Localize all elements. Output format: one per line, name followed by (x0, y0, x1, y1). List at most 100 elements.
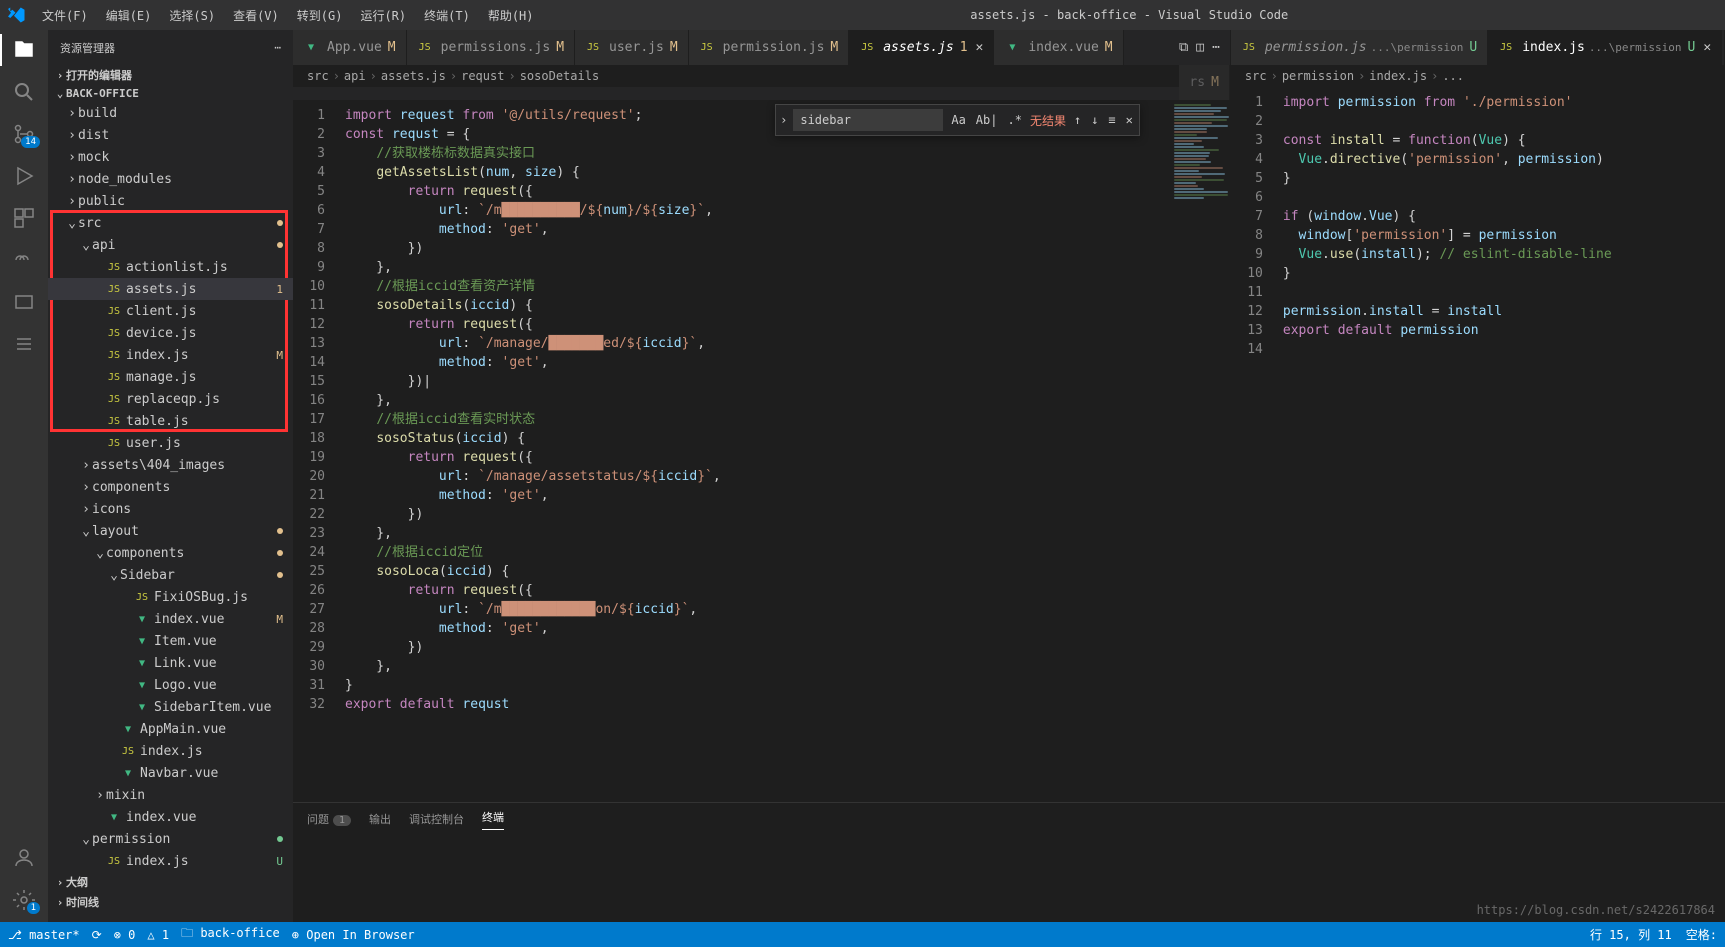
tree-item[interactable]: ▼Link.vue (48, 652, 293, 674)
editor-tab[interactable]: JSassets.js1✕ (849, 30, 994, 65)
menu-item[interactable]: 运行(R) (352, 3, 414, 28)
outline-section[interactable]: ›大纲 (48, 872, 293, 892)
tree-item[interactable]: ›mixin (48, 784, 293, 806)
more-icon[interactable]: ⋯ (1212, 40, 1220, 55)
cursor-position[interactable]: 行 15, 列 11 (1590, 926, 1672, 943)
tree-item[interactable]: JSactionlist.js (48, 256, 293, 278)
tree-item[interactable]: JSindex.jsM (48, 344, 293, 366)
tree-item[interactable]: ⌄permission (48, 828, 293, 850)
menu-item[interactable]: 编辑(E) (98, 3, 160, 28)
menu-item[interactable]: 选择(S) (161, 3, 223, 28)
project-section[interactable]: ⌄BACK-OFFICE (48, 85, 293, 102)
tree-item[interactable]: ›node_modules (48, 168, 293, 190)
open-browser-button[interactable]: ⊕ Open In Browser (292, 928, 415, 942)
debug-icon[interactable] (12, 164, 36, 188)
find-input[interactable] (793, 109, 943, 131)
tabs-right: JSpermission.js ...\permissionUJSindex.j… (1231, 30, 1724, 65)
account-icon[interactable] (12, 846, 36, 870)
panel-tab[interactable]: 调试控制台 (409, 811, 464, 827)
menu-item[interactable]: 查看(V) (225, 3, 287, 28)
minimap[interactable] (1170, 100, 1230, 802)
code-content[interactable]: import permission from './permission' co… (1275, 87, 1724, 802)
find-close-icon[interactable]: ✕ (1124, 111, 1135, 129)
tree-item[interactable]: JSindex.js (48, 740, 293, 762)
tree-item[interactable]: JSreplaceqp.js (48, 388, 293, 410)
panel-tab[interactable]: 终端 (482, 809, 504, 830)
overflow-tab[interactable]: rsM (1179, 65, 1229, 100)
indentation[interactable]: 空格: (1686, 926, 1717, 943)
source-control-icon[interactable]: 14 (12, 122, 36, 146)
match-word-icon[interactable]: Ab| (974, 111, 1000, 129)
find-next-icon[interactable]: ↓ (1089, 111, 1100, 129)
tree-item[interactable]: ▼AppMain.vue (48, 718, 293, 740)
editor-tab[interactable]: ▼index.vueM (994, 30, 1123, 65)
menu-item[interactable]: 文件(F) (34, 3, 96, 28)
panel-tab[interactable]: 输出 (369, 811, 391, 827)
extensions-icon[interactable] (12, 206, 36, 230)
errors-indicator[interactable]: ⊗ 0 (114, 928, 136, 942)
tree-item[interactable]: ›build (48, 102, 293, 124)
regex-icon[interactable]: .* (1005, 111, 1023, 129)
code-content[interactable]: import request from '@/utils/request'; c… (337, 100, 1170, 802)
find-prev-icon[interactable]: ↑ (1072, 111, 1083, 129)
tree-item[interactable]: ▼Item.vue (48, 630, 293, 652)
editor-tab[interactable]: JSpermissions.jsM (407, 30, 575, 65)
tree-item[interactable]: JStable.js (48, 410, 293, 432)
tree-item[interactable]: ›public (48, 190, 293, 212)
find-toggle-icon[interactable]: › (780, 113, 787, 127)
tree-item[interactable]: ⌄layout (48, 520, 293, 542)
editor-tab[interactable]: ▼App.vueM (293, 30, 407, 65)
menu-item[interactable]: 终端(T) (416, 3, 478, 28)
tree-item[interactable]: ▼Logo.vue (48, 674, 293, 696)
split-icon[interactable]: ◫ (1196, 40, 1204, 55)
tree-item[interactable]: ›icons (48, 498, 293, 520)
more-icon[interactable]: ⋯ (274, 41, 281, 54)
code-area-right[interactable]: 1234567891011121314 import permission fr… (1231, 87, 1724, 802)
tree-item[interactable]: ▼index.vueM (48, 608, 293, 630)
tree-item[interactable]: ▼SidebarItem.vue (48, 696, 293, 718)
tree-item[interactable]: JSmanage.js (48, 366, 293, 388)
settings-icon[interactable]: 1 (12, 888, 36, 912)
compare-icon[interactable]: ⧉ (1179, 40, 1188, 55)
open-editors-section[interactable]: ›打开的编辑器 (48, 65, 293, 85)
search-icon[interactable] (12, 80, 36, 104)
find-selection-icon[interactable]: ≡ (1106, 111, 1117, 129)
breadcrumb-right[interactable]: src›permission›index.js›... (1231, 65, 1724, 87)
branch-indicator[interactable]: ⎇ master* (8, 928, 80, 942)
match-case-icon[interactable]: Aa (949, 111, 967, 129)
tree-item[interactable]: ›dist (48, 124, 293, 146)
tree-item[interactable]: ›assets\404_images (48, 454, 293, 476)
menu-item[interactable]: 帮助(H) (480, 3, 542, 28)
tree-item[interactable]: ›mock (48, 146, 293, 168)
tree-item[interactable]: ⌄api (48, 234, 293, 256)
menu-item[interactable]: 转到(G) (289, 3, 351, 28)
tree-item[interactable]: JSuser.js (48, 432, 293, 454)
tree-item[interactable]: ⌄src (48, 212, 293, 234)
tree-item[interactable]: ▼Navbar.vue (48, 762, 293, 784)
tree-item[interactable]: ⌄Sidebar (48, 564, 293, 586)
link-icon[interactable] (12, 248, 36, 272)
editor-tab[interactable]: JSuser.jsM (575, 30, 689, 65)
explorer-icon[interactable] (12, 38, 36, 62)
tree-item[interactable]: ›components (48, 476, 293, 498)
tree-item[interactable]: JSassets.js1 (48, 278, 293, 300)
activity-bar: 14 1 (0, 30, 48, 922)
code-area-left[interactable]: 1234567891011121314151617181920212223242… (293, 100, 1230, 802)
breadcrumb-left[interactable]: src›api›assets.js›requst›sosoDetails (293, 65, 1179, 87)
tree-item[interactable]: JSindex.jsU (48, 850, 293, 872)
warnings-indicator[interactable]: △ 1 (147, 928, 169, 942)
timeline-section[interactable]: ›时间线 (48, 892, 293, 912)
editor-tab[interactable]: JSindex.js ...\permissionU✕ (1488, 30, 1722, 65)
tree-item[interactable]: JSFixiOSBug.js (48, 586, 293, 608)
tree-item[interactable]: JSdevice.js (48, 322, 293, 344)
panel-tab[interactable]: 问题1 (307, 811, 351, 827)
list-icon[interactable] (12, 332, 36, 356)
tree-item[interactable]: JSclient.js (48, 300, 293, 322)
tree-item[interactable]: ▼index.vue (48, 806, 293, 828)
editor-tab[interactable]: JSpermission.jsM (689, 30, 850, 65)
tree-item[interactable]: ⌄components (48, 542, 293, 564)
editor-tab[interactable]: JSpermission.js ...\permissionU (1231, 30, 1488, 65)
sync-icon[interactable]: ⟳ (92, 928, 102, 942)
folder-icon[interactable] (12, 290, 36, 314)
folder-indicator[interactable]: 🗀 back-office (181, 924, 280, 945)
